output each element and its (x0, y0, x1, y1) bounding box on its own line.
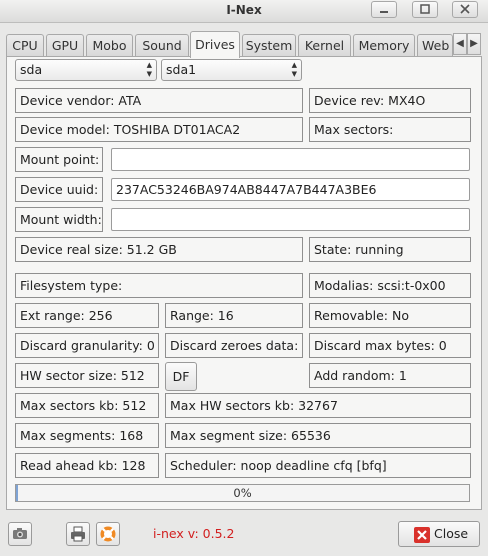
max-segments: Max segments: 168 (15, 423, 159, 448)
max-hw-sectors-kb: Max HW sectors kb: 32767 (165, 393, 471, 418)
close-x-icon (414, 527, 430, 546)
mount-width-field[interactable] (111, 208, 470, 231)
close-button[interactable]: Close (398, 521, 480, 547)
tab-system[interactable]: System (242, 34, 296, 56)
device-real-size: Device real size: 51.2 GB (15, 237, 303, 262)
add-random: Add random: 1 (309, 363, 471, 388)
max-sectors-kb: Max sectors kb: 512 (15, 393, 159, 418)
updown-arrow-icon: ▲ ▼ (291, 61, 297, 78)
device-select[interactable]: sda ▲ ▼ (15, 59, 157, 81)
discard-granularity: Discard granularity: 0 (15, 333, 159, 358)
discard-zeroes-data: Discard zeroes data: 0 (165, 333, 303, 358)
tab-sound[interactable]: Sound (135, 34, 189, 56)
removable: Removable: No (309, 303, 471, 328)
mount-point-field[interactable] (111, 148, 470, 171)
device-uuid-field[interactable]: 237AC53246BA974AB8447A7B447A3BE6 (111, 178, 470, 201)
tab-mobo[interactable]: Mobo (86, 34, 133, 56)
updown-arrow-icon: ▲ ▼ (146, 61, 152, 78)
modalias: Modalias: scsi:t-0x00 (309, 273, 471, 298)
close-icon (453, 2, 477, 17)
partition-select[interactable]: sda1 ▲ ▼ (161, 59, 302, 81)
hw-sector-size: HW sector size: 512 (15, 363, 159, 388)
printer-icon (67, 526, 89, 548)
max-sectors: Max sectors: (309, 117, 471, 142)
range: Range: 16 (165, 303, 303, 328)
usage-progress-bar: 0% (15, 484, 470, 502)
filesystem-type: Filesystem type: (15, 273, 303, 298)
minimize-icon (372, 2, 396, 17)
title-bar: I-Nex (0, 0, 488, 23)
help-button[interactable] (96, 522, 120, 546)
device-uuid-label: Device uuid: (15, 177, 103, 202)
mount-width-label: Mount width: (15, 207, 103, 232)
tab-cpu[interactable]: CPU (6, 34, 44, 56)
device-select-value: sda (20, 62, 43, 77)
usage-progress-label: 0% (233, 486, 252, 500)
device-model: Device model: TOSHIBA DT01ACA2 (15, 117, 303, 142)
device-state: State: running (309, 237, 471, 262)
read-ahead-kb: Read ahead kb: 128 (15, 453, 159, 478)
tab-kernel[interactable]: Kernel (298, 34, 351, 56)
tab-gpu[interactable]: GPU (46, 34, 84, 56)
close-button-label: Close (434, 526, 469, 541)
maximize-button[interactable] (412, 1, 438, 18)
df-button[interactable]: DF (165, 362, 197, 391)
screenshot-button[interactable] (8, 522, 32, 546)
device-vendor: Device vendor: ATA (15, 88, 303, 113)
tab-scroll-left-button[interactable]: ◀ (453, 33, 467, 55)
report-button[interactable] (66, 522, 90, 546)
tab-web[interactable]: Web (417, 34, 453, 56)
tab-drives[interactable]: Drives (190, 31, 240, 58)
scheduler: Scheduler: noop deadline cfq [bfq] (165, 453, 471, 478)
discard-max-bytes: Discard max bytes: 0 (309, 333, 471, 358)
minimize-button[interactable] (371, 1, 397, 18)
tab-scroll-right-button[interactable]: ▶ (467, 33, 481, 55)
partition-select-value: sda1 (166, 62, 197, 77)
device-rev: Device rev: MX4O (309, 88, 471, 113)
chevron-right-icon: ▶ (470, 38, 478, 49)
maximize-icon (413, 2, 437, 17)
tab-memory[interactable]: Memory (353, 34, 415, 56)
version-label: i-nex v: 0.5.2 (153, 526, 235, 541)
mount-point-label: Mount point: (15, 147, 103, 172)
ext-range: Ext range: 256 (15, 303, 159, 328)
tab-bar: CPU GPU Mobo Sound Drives System Kernel … (6, 31, 482, 58)
chevron-left-icon: ◀ (456, 38, 464, 49)
max-segment-size: Max segment size: 65536 (165, 423, 471, 448)
lifebuoy-icon (97, 526, 119, 548)
window-close-button[interactable] (452, 1, 478, 18)
camera-icon (9, 528, 31, 548)
